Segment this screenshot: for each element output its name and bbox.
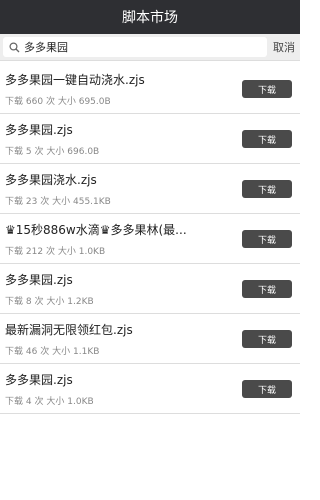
download-count: 5 xyxy=(25,147,32,157)
file-size: 696.0B xyxy=(67,147,100,157)
list-item[interactable]: 最新漏洞无限领红包.zjs 下载 46 次 大小 1.1KB 下载 xyxy=(0,314,300,364)
script-title: 多多果园一键自动浇水.zjs xyxy=(5,73,145,87)
download-suffix-label: 次 xyxy=(34,297,44,307)
list-item[interactable]: ♛15秒886w水滴♛多多果林(最... 下载 212 次 大小 1.0KB 下载 xyxy=(0,214,300,264)
size-label: 大小 xyxy=(46,147,65,157)
size-label: 大小 xyxy=(52,347,71,357)
download-count: 660 xyxy=(25,97,44,107)
download-count: 8 xyxy=(25,297,32,307)
list-item[interactable]: 多多果园一键自动浇水.zjs 下载 660 次 大小 695.0B 下载 xyxy=(0,64,300,114)
download-button[interactable]: 下载 xyxy=(242,380,292,398)
script-title: 最新漏洞无限领红包.zjs xyxy=(5,323,133,337)
download-prefix-label: 下载 xyxy=(5,97,24,107)
script-title: 多多果园.zjs xyxy=(5,123,73,137)
search-icon xyxy=(6,41,22,53)
script-meta: 下载 5 次 大小 696.0B xyxy=(5,144,99,157)
file-size: 1.0KB xyxy=(78,247,106,257)
download-count: 46 xyxy=(25,347,38,357)
file-size: 695.0B xyxy=(78,97,111,107)
title-bar: 脚本市场 xyxy=(0,0,300,34)
script-meta: 下载 8 次 大小 1.2KB xyxy=(5,294,94,307)
download-suffix-label: 次 xyxy=(40,197,50,207)
size-label: 大小 xyxy=(57,247,76,257)
file-size: 1.2KB xyxy=(67,297,94,307)
download-count: 212 xyxy=(25,247,44,257)
download-button[interactable]: 下载 xyxy=(242,130,292,148)
script-meta: 下载 23 次 大小 455.1KB xyxy=(5,194,111,207)
download-button[interactable]: 下载 xyxy=(242,330,292,348)
size-label: 大小 xyxy=(46,397,65,407)
download-suffix-label: 次 xyxy=(45,97,55,107)
script-title: 多多果园浇水.zjs xyxy=(5,173,97,187)
size-label: 大小 xyxy=(46,297,65,307)
download-suffix-label: 次 xyxy=(34,397,44,407)
download-suffix-label: 次 xyxy=(45,247,55,257)
download-prefix-label: 下载 xyxy=(5,397,24,407)
script-meta: 下载 46 次 大小 1.1KB xyxy=(5,344,99,357)
search-box[interactable] xyxy=(3,37,267,57)
download-prefix-label: 下载 xyxy=(5,147,24,157)
download-prefix-label: 下载 xyxy=(5,347,24,357)
search-bar: 取消 xyxy=(0,34,300,61)
download-suffix-label: 次 xyxy=(40,347,50,357)
list-item[interactable]: 多多果园浇水.zjs 下载 23 次 大小 455.1KB 下载 xyxy=(0,164,300,214)
script-meta: 下载 4 次 大小 1.0KB xyxy=(5,394,94,407)
script-title: ♛15秒886w水滴♛多多果林(最... xyxy=(5,223,187,237)
download-button[interactable]: 下载 xyxy=(242,80,292,98)
download-count: 23 xyxy=(25,197,38,207)
cancel-button[interactable]: 取消 xyxy=(268,37,300,57)
download-button[interactable]: 下载 xyxy=(242,180,292,198)
list-item[interactable]: 多多果园.zjs 下载 4 次 大小 1.0KB 下载 xyxy=(0,364,300,414)
list-item[interactable]: 多多果园.zjs 下载 5 次 大小 696.0B 下载 xyxy=(0,114,300,164)
download-suffix-label: 次 xyxy=(34,147,44,157)
script-meta: 下载 212 次 大小 1.0KB xyxy=(5,244,105,257)
download-prefix-label: 下载 xyxy=(5,297,24,307)
download-prefix-label: 下载 xyxy=(5,247,24,257)
download-count: 4 xyxy=(25,397,32,407)
file-size: 1.0KB xyxy=(67,397,94,407)
download-button[interactable]: 下载 xyxy=(242,280,292,298)
script-list: 多多果园一键自动浇水.zjs 下载 660 次 大小 695.0B 下载 多多果园.z… xyxy=(0,64,300,414)
script-market-screen: 脚本市场 取消 多多果园一键自动浇水.zjs 下载 660 次 大小 695.0B… xyxy=(0,0,300,500)
size-label: 大小 xyxy=(52,197,71,207)
script-title: 多多果园.zjs xyxy=(5,273,73,287)
download-prefix-label: 下载 xyxy=(5,197,24,207)
search-input[interactable] xyxy=(24,38,254,56)
file-size: 1.1KB xyxy=(73,347,100,357)
script-title: 多多果园.zjs xyxy=(5,373,73,387)
download-button[interactable]: 下载 xyxy=(242,230,292,248)
file-size: 455.1KB xyxy=(73,197,111,207)
size-label: 大小 xyxy=(57,97,76,107)
page-title: 脚本市场 xyxy=(122,10,178,26)
script-meta: 下载 660 次 大小 695.0B xyxy=(5,94,111,107)
list-item[interactable]: 多多果园.zjs 下载 8 次 大小 1.2KB 下载 xyxy=(0,264,300,314)
